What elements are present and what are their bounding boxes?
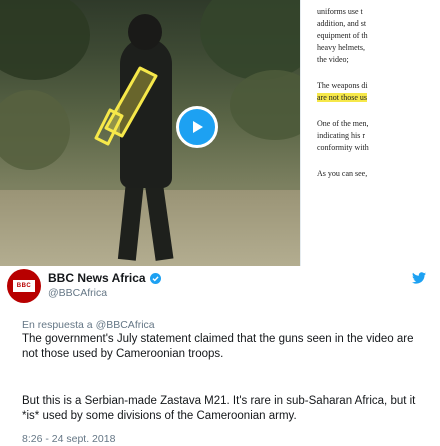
- play-button[interactable]: [176, 106, 218, 148]
- tweet-media[interactable]: uniforms use t addition, and st equipmen…: [0, 0, 440, 266]
- article-paragraph: The weapons di are not those us: [317, 80, 440, 104]
- reply-prefix: En respuesta a: [22, 319, 93, 331]
- background-foliage: [0, 90, 70, 170]
- tweet-text: But this is a Serbian-made Zastava M21. …: [22, 395, 416, 422]
- reply-context: En respuesta a @BBCAfrica: [22, 319, 155, 331]
- article-paragraph: One of the men, indicating his r conform…: [317, 119, 369, 152]
- article-paragraph: As you can see,: [317, 169, 368, 178]
- article-paragraph: uniforms use t addition, and st equipmen…: [317, 7, 368, 64]
- video-thumbnail[interactable]: [0, 0, 300, 266]
- user-handle[interactable]: @BBCAfrica: [48, 287, 107, 299]
- avatar[interactable]: BBC: [7, 269, 41, 303]
- reply-mention-link[interactable]: @BBCAfrica: [96, 319, 155, 331]
- play-icon: [193, 121, 203, 133]
- article-excerpt: uniforms use t addition, and st equipmen…: [300, 0, 440, 266]
- article-line: The weapons di: [317, 81, 368, 90]
- tweet: BBC BBC News Africa @BBCAfrica En respue…: [0, 266, 440, 446]
- tweet-timestamp[interactable]: 8:26 - 24 sept. 2018: [22, 433, 115, 445]
- background-foliage: [0, 0, 90, 80]
- rifle-highlight-icon: [94, 66, 158, 146]
- soldier-head: [128, 14, 162, 50]
- display-name[interactable]: BBC News Africa: [48, 271, 146, 285]
- background-foliage: [200, 0, 300, 80]
- highlighted-text: are not those us: [317, 93, 367, 102]
- author-row[interactable]: BBC News Africa: [48, 271, 161, 285]
- verified-badge-icon: [149, 272, 161, 284]
- background-foliage: [230, 70, 300, 140]
- tweet-text: The government's July statement claimed …: [22, 333, 414, 360]
- bbc-news-logo: BBC: [13, 280, 35, 292]
- twitter-bird-icon[interactable]: [412, 272, 426, 284]
